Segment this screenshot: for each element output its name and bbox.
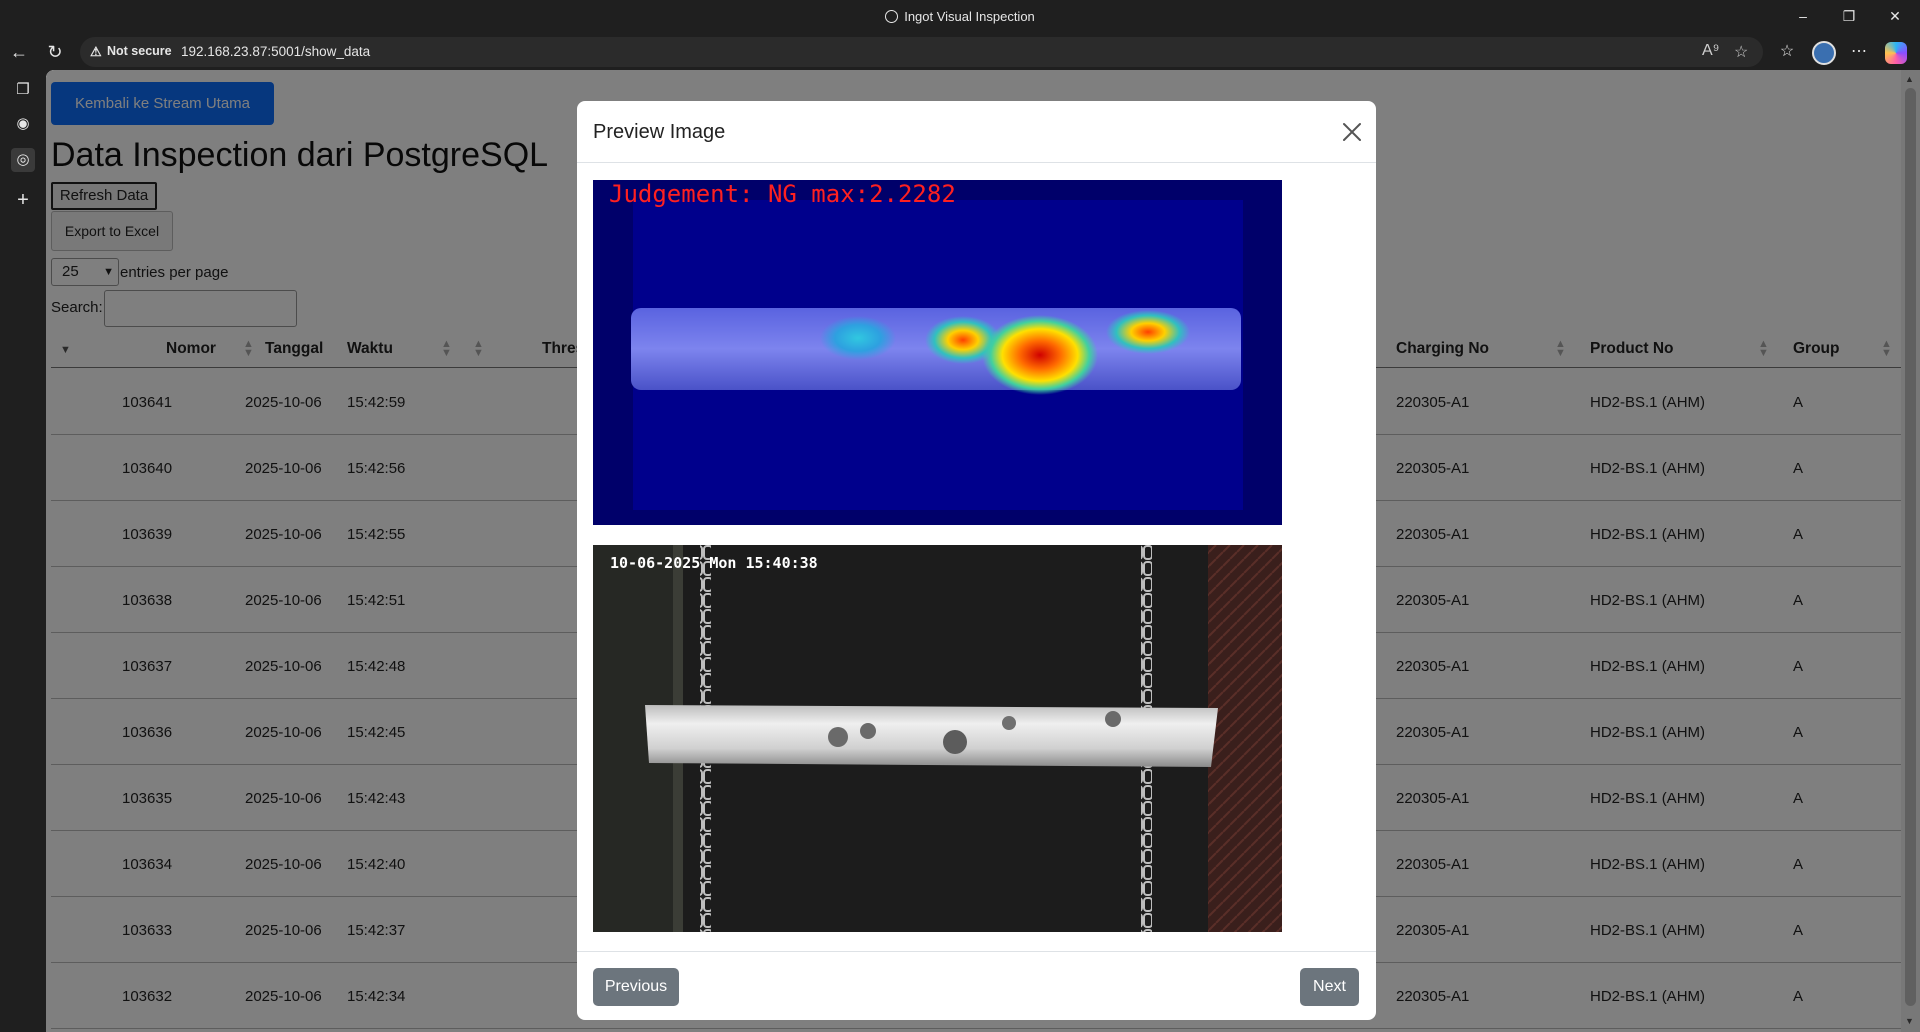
heatmap-spot	[1106, 310, 1190, 354]
window-title: Ingot Visual Inspection	[0, 9, 1920, 24]
camera-floor-plate	[1208, 545, 1282, 932]
close-icon[interactable]	[1339, 119, 1365, 145]
favorites-icon[interactable]: ☆	[1776, 41, 1798, 63]
url-box[interactable]: ⚠ Not secure 192.168.23.87:5001/show_dat…	[80, 37, 1763, 67]
read-aloud-icon[interactable]: A⁹	[1702, 42, 1720, 60]
camera-image: 10-06-2025 Mon 15:40:38	[593, 545, 1282, 932]
preview-modal: Preview Image Judgement: NG max:2.2282 1…	[577, 101, 1376, 1020]
copilot-icon[interactable]	[1885, 42, 1907, 64]
ingot-defect	[828, 727, 848, 747]
tab-actions-icon[interactable]: ❐	[11, 78, 35, 102]
back-arrow-icon[interactable]: ←	[8, 41, 30, 63]
camera-timestamp: 10-06-2025 Mon 15:40:38	[610, 554, 818, 572]
modal-footer: Previous Next	[577, 951, 1376, 1020]
modal-body: Judgement: NG max:2.2282 10-06-2025 Mon …	[577, 163, 1376, 951]
new-tab-plus-icon[interactable]: +	[11, 188, 35, 212]
heatmap-hotspot	[982, 315, 1098, 395]
browser-title-bar: Ingot Visual Inspection – ❐ ✕	[0, 0, 1920, 34]
profile-avatar[interactable]	[1812, 41, 1836, 65]
browser-address-bar: ← ↻ ⚠ Not secure 192.168.23.87:5001/show…	[0, 34, 1920, 70]
heatmap-spot	[820, 316, 896, 360]
browser-sidebar: ❐ ◉ ◎ +	[0, 70, 46, 1032]
globe-icon	[885, 10, 899, 23]
page-viewport: Kembali ke Stream Utama Data Inspection …	[46, 70, 1920, 1032]
ingot-defect	[1105, 711, 1121, 727]
ingot-defect	[943, 730, 967, 754]
ingot-defect	[1002, 716, 1016, 730]
modal-header: Preview Image	[577, 101, 1376, 163]
more-menu-icon[interactable]: ⋯	[1848, 41, 1870, 63]
modal-title: Preview Image	[593, 121, 726, 143]
reload-icon[interactable]: ↻	[44, 41, 66, 63]
url-text[interactable]: 192.168.23.87:5001/show_data	[181, 44, 370, 59]
minimize-icon[interactable]: –	[1780, 0, 1826, 32]
previous-button[interactable]: Previous	[593, 968, 679, 1006]
ingot-defect	[860, 723, 876, 739]
restore-icon[interactable]: ❐	[1826, 0, 1872, 32]
next-button[interactable]: Next	[1300, 968, 1359, 1006]
close-icon[interactable]: ✕	[1872, 0, 1918, 32]
camera-ingot	[645, 705, 1218, 767]
warning-icon: ⚠	[90, 44, 102, 59]
judgement-caption: Judgement: NG max:2.2282	[609, 180, 956, 208]
security-label[interactable]: Not secure	[107, 44, 172, 58]
globe-tab-icon[interactable]: ◎	[11, 148, 35, 172]
github-icon[interactable]: ◉	[11, 112, 35, 136]
heatmap-image: Judgement: NG max:2.2282	[593, 180, 1282, 525]
favorite-star-icon[interactable]: ☆	[1734, 42, 1748, 62]
